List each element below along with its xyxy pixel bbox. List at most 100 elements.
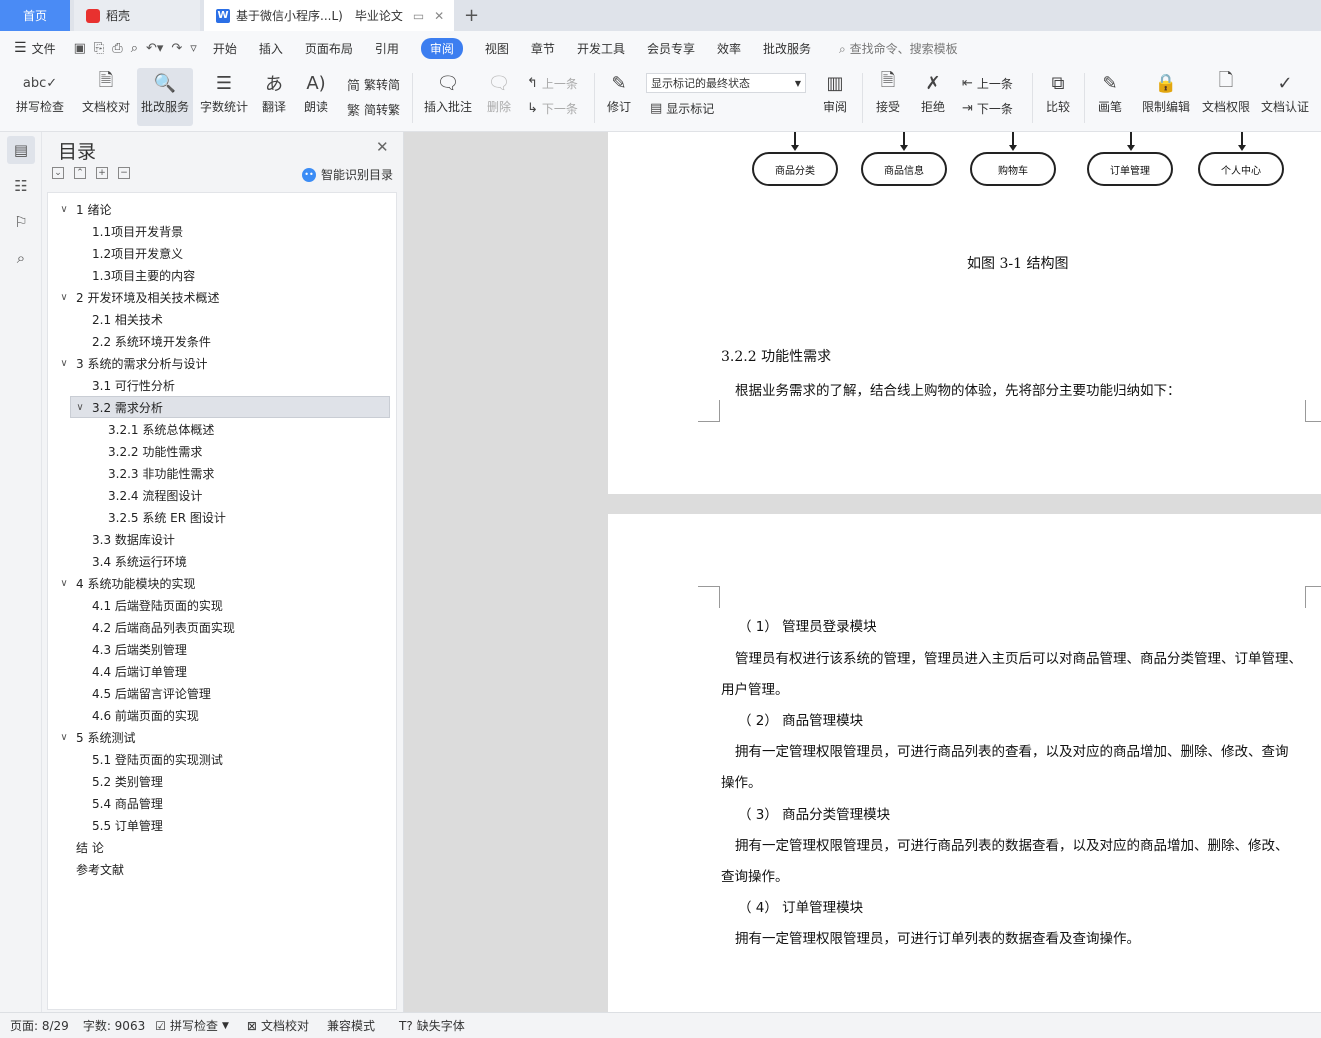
- toc-item[interactable]: ∨ 5 系统测试: [58, 727, 135, 747]
- save-icon[interactable]: ▣: [74, 41, 86, 56]
- add-heading-icon[interactable]: +: [96, 167, 108, 179]
- translate-button[interactable]: あ 翻译: [255, 68, 293, 126]
- toc-item[interactable]: 4.5 后端留言评论管理: [92, 683, 211, 703]
- toc-item[interactable]: 5.5 订单管理: [92, 815, 163, 835]
- chevron-down-icon[interactable]: ∨: [58, 292, 70, 303]
- collapse-all-icon[interactable]: ⌃: [74, 167, 86, 179]
- word-count-button[interactable]: ☰ 字数统计: [197, 68, 251, 126]
- toc-item[interactable]: ∨ 4 系统功能模块的实现: [58, 573, 195, 593]
- toc-item[interactable]: ∨ 1 绪论: [58, 199, 111, 219]
- review-pane-button[interactable]: ▥ 审阅: [815, 68, 855, 126]
- toc-item[interactable]: 2.1 相关技术: [92, 309, 163, 329]
- status-doc-proof[interactable]: ⊠ 文档校对: [247, 1017, 309, 1034]
- remove-heading-icon[interactable]: −: [118, 167, 130, 179]
- toc-item[interactable]: 3.4 系统运行环境: [92, 551, 187, 571]
- toc-item[interactable]: 3.2.2 功能性需求: [108, 441, 202, 461]
- pin-icon[interactable]: ▭: [413, 9, 424, 23]
- doc-proof-button[interactable]: 🗎 文档校对: [78, 68, 134, 126]
- tab-home[interactable]: 首页: [0, 0, 70, 31]
- toc-item[interactable]: 3.2.1 系统总体概述: [108, 419, 214, 439]
- menu-tab-insert[interactable]: 插入: [259, 40, 283, 57]
- missing-font-button[interactable]: T? 缺失字体: [399, 1017, 465, 1034]
- restrict-edit-button[interactable]: 🔒 限制编辑: [1138, 68, 1194, 126]
- bookmark-icon[interactable]: ⚐: [7, 208, 35, 236]
- toc-item[interactable]: ∨ 3 系统的需求分析与设计: [58, 353, 207, 373]
- redo-icon[interactable]: ↷: [171, 41, 182, 56]
- customize-qa-icon[interactable]: ▿: [190, 41, 197, 56]
- toc-item[interactable]: 5.2 类别管理: [92, 771, 163, 791]
- toc-item[interactable]: 1.1项目开发背景: [92, 221, 183, 241]
- correction-service-button[interactable]: 🔍 批改服务: [137, 68, 193, 126]
- close-icon[interactable]: ✕: [376, 138, 389, 156]
- revise-button[interactable]: ✎ 修订: [600, 68, 638, 126]
- menu-tab-layout[interactable]: 页面布局: [305, 40, 353, 57]
- toc-item[interactable]: 4.1 后端登陆页面的实现: [92, 595, 223, 615]
- spell-check-button[interactable]: abc✓ 拼写检查: [8, 68, 72, 126]
- trad-to-simp-button[interactable]: 简 繁转简: [347, 75, 400, 94]
- toc-item[interactable]: 3.1 可行性分析: [92, 375, 175, 395]
- next-change-button[interactable]: ⇥ 下一条: [962, 100, 1013, 117]
- doc-cert-button[interactable]: ✓ 文档认证: [1257, 68, 1313, 126]
- menu-tab-section[interactable]: 章节: [531, 40, 555, 57]
- new-tab-button[interactable]: +: [458, 0, 484, 31]
- prev-change-button[interactable]: ⇤ 上一条: [962, 75, 1013, 92]
- menu-tab-correction[interactable]: 批改服务: [763, 40, 811, 57]
- toc-item[interactable]: 5.4 商品管理: [92, 793, 163, 813]
- export-pdf-icon[interactable]: ⎘: [94, 41, 104, 56]
- toc-item[interactable]: 参考文献: [76, 859, 124, 879]
- markup-state-select[interactable]: 显示标记的最终状态 ▼: [646, 73, 806, 93]
- word-count-indicator[interactable]: 字数: 9063: [83, 1017, 145, 1034]
- toc-item[interactable]: 5.1 登陆页面的实现测试: [92, 749, 223, 769]
- menu-tab-start[interactable]: 开始: [213, 40, 237, 57]
- print-preview-icon[interactable]: ⌕: [131, 41, 138, 56]
- toc-item[interactable]: 4.3 后端类别管理: [92, 639, 187, 659]
- file-menu[interactable]: ☰ 文件: [14, 40, 56, 57]
- reject-button[interactable]: ✗ 拒绝: [913, 68, 953, 126]
- print-icon[interactable]: ⎙: [112, 41, 122, 56]
- toc-item[interactable]: ∨ 2 开发环境及相关技术概述: [58, 287, 219, 307]
- document-page[interactable]: 商品分类 商品信息 购物车 订单管理 个人中心 如图 3-1 结构图 3.2.2…: [608, 132, 1321, 494]
- document-area[interactable]: 商品分类 商品信息 购物车 订单管理 个人中心 如图 3-1 结构图 3.2.2…: [404, 132, 1321, 1012]
- toc-item[interactable]: 3.2.5 系统 ER 图设计: [108, 507, 226, 527]
- chevron-down-icon[interactable]: ∨: [58, 732, 70, 743]
- chevron-down-icon[interactable]: ∨: [58, 204, 70, 215]
- page-indicator[interactable]: 页面: 8/29: [10, 1017, 69, 1034]
- delete-comment-button[interactable]: 🗨 删除: [480, 68, 518, 126]
- toc-item[interactable]: 3.2.3 非功能性需求: [108, 463, 214, 483]
- show-markup-button[interactable]: ▤ 显示标记: [650, 100, 714, 117]
- menu-tab-view[interactable]: 视图: [485, 40, 509, 57]
- toc-item[interactable]: 1.2项目开发意义: [92, 243, 183, 263]
- menu-tab-review[interactable]: 审阅: [420, 37, 463, 59]
- toc-item[interactable]: 4.2 后端商品列表页面实现: [92, 617, 235, 637]
- chevron-down-icon[interactable]: ∨: [58, 578, 70, 589]
- compare-button[interactable]: ⧉ 比较: [1038, 68, 1078, 126]
- smart-toc-button[interactable]: •• 智能识别目录: [302, 166, 393, 183]
- document-page[interactable]: （ 1） 管理员登录模块 管理员有权进行该系统的管理，管理员进入主页后可以对商品…: [608, 514, 1321, 1012]
- status-spell-check[interactable]: ☑ 拼写检查 ▼: [155, 1017, 233, 1034]
- toc-item[interactable]: 3.3 数据库设计: [92, 529, 175, 549]
- menu-tab-member[interactable]: 会员专享: [647, 40, 695, 57]
- chevron-down-icon[interactable]: ∨: [74, 402, 86, 413]
- accept-button[interactable]: 🗎 接受: [868, 68, 908, 126]
- read-aloud-button[interactable]: A) 朗读: [298, 68, 334, 126]
- prev-comment-button[interactable]: ↰ 上一条: [527, 75, 578, 92]
- menu-tab-developer[interactable]: 开发工具: [577, 40, 625, 57]
- tab-document[interactable]: W 基于微信小程序...L) 毕业论文 ▭ ✕: [204, 0, 454, 31]
- tab-daoke[interactable]: 稻壳: [74, 0, 200, 31]
- undo-icon[interactable]: ↶▾: [146, 41, 163, 56]
- toc-item[interactable]: 结 论: [76, 837, 104, 857]
- doc-permission-button[interactable]: 🗋 文档权限: [1198, 68, 1254, 126]
- insert-comment-button[interactable]: 🗨 插入批注: [420, 68, 476, 126]
- find-icon[interactable]: ⌕: [7, 244, 35, 272]
- toc-icon[interactable]: ▤: [7, 136, 35, 164]
- command-search[interactable]: ⌕ 查找命令、搜索模板: [839, 40, 958, 57]
- toc-item[interactable]: 3.2.4 流程图设计: [108, 485, 202, 505]
- toc-item[interactable]: 4.6 前端页面的实现: [92, 705, 199, 725]
- toc-item[interactable]: 1.3项目主要的内容: [92, 265, 195, 285]
- next-comment-button[interactable]: ↳ 下一条: [527, 100, 578, 117]
- chevron-down-icon[interactable]: ∨: [58, 358, 70, 369]
- simp-to-trad-button[interactable]: 繁 简转繁: [347, 100, 400, 119]
- expand-all-icon[interactable]: ⌄: [52, 167, 64, 179]
- toc-item[interactable]: 4.4 后端订单管理: [92, 661, 187, 681]
- menu-tab-efficiency[interactable]: 效率: [717, 40, 741, 57]
